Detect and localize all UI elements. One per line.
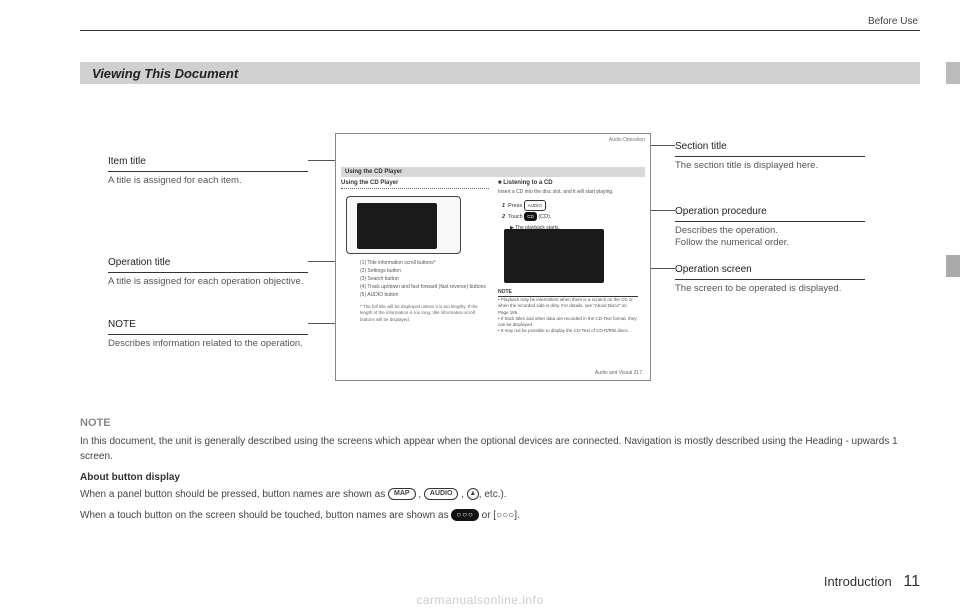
- footer-chapter: Introduction: [824, 574, 892, 589]
- map-button-icon: MAP: [388, 488, 416, 500]
- sample-device-screen: [357, 203, 437, 249]
- bottom-note-heading: NOTE: [80, 415, 920, 432]
- callout-body: Describes the operation. Follow the nume…: [675, 225, 865, 251]
- sample-note-heading: NOTE: [498, 289, 638, 297]
- callout-heading: Operation procedure: [675, 205, 865, 222]
- callout-operation-title: Operation title A title is assigned for …: [108, 256, 308, 288]
- legend-item: (1) Title information scroll buttons*: [360, 259, 486, 267]
- sample-note-bullet: • Playback may be intermittent when ther…: [498, 297, 638, 316]
- cd-pill: CD: [524, 212, 537, 221]
- callout-body: Describes information related to the ope…: [108, 338, 308, 351]
- header-chapter: Before Use: [868, 16, 918, 27]
- callout-heading: Section title: [675, 140, 865, 157]
- sample-device: [346, 196, 461, 254]
- legend-item: (4) Track up/down and fast forward (fast…: [360, 283, 486, 291]
- callout-heading: Item title: [108, 155, 308, 172]
- sample-step-1: 1Press AUDIO.: [502, 200, 560, 212]
- sample-dotted-rule: [341, 188, 489, 189]
- footer-page-number: 11: [903, 573, 920, 590]
- touch-button-icon: ○○○: [451, 509, 479, 521]
- connector-line: [651, 268, 675, 269]
- sample-operation-title: Using the CD Player: [341, 180, 398, 186]
- bottom-note-p1: In this document, the unit is generally …: [80, 434, 920, 464]
- connector-line: [308, 261, 335, 262]
- connector-line: [308, 323, 335, 324]
- callout-heading: Operation screen: [675, 263, 865, 280]
- bottom-note-p2: When a panel button should be pressed, b…: [80, 487, 920, 502]
- sample-step-2: 2Touch CD (CD).: [502, 212, 560, 223]
- title-bar-text: Viewing This Document: [92, 66, 238, 81]
- sample-note-bullet: • It may not be possible to display the …: [498, 328, 638, 334]
- callout-body: The screen to be operated is displayed.: [675, 283, 865, 296]
- sample-footnote: * The full title will be displayed unles…: [360, 304, 490, 323]
- audio-button-icon: AUDIO: [424, 488, 459, 500]
- sample-result-screen: [504, 229, 604, 283]
- sample-header: Audio Operation: [609, 137, 645, 143]
- sample-footer: Audio and Visual 217: [595, 370, 642, 376]
- legend-item: (2) Settings button: [360, 267, 486, 275]
- watermark: carmanualsonline.info: [0, 593, 960, 607]
- sample-right-sub: Insert a CD into the disc slot, and it w…: [498, 189, 614, 195]
- callout-section-title: Section title The section title is displ…: [675, 140, 865, 172]
- sample-section-bar: Using the CD Player: [341, 167, 645, 177]
- connector-line: [651, 145, 675, 146]
- callout-note: NOTE Describes information related to th…: [108, 318, 308, 350]
- callout-operation-screen: Operation screen The screen to be operat…: [675, 263, 865, 295]
- callout-heading: Operation title: [108, 256, 308, 273]
- title-bar: Viewing This Document: [80, 62, 920, 84]
- connector-line: [651, 210, 675, 211]
- side-tab-mid: [946, 255, 960, 277]
- side-tab-top: [946, 62, 960, 84]
- callout-body: The section title is displayed here.: [675, 160, 865, 173]
- legend-item: (3) Search button: [360, 275, 486, 283]
- eject-button-icon: ▲: [467, 488, 479, 500]
- sample-note-bullet: • If track titles and other data are rec…: [498, 316, 638, 329]
- callout-item-title: Item title A title is assigned for each …: [108, 155, 308, 187]
- sample-right-heading: ■ Listening to a CD: [498, 180, 553, 186]
- callout-body: A title is assigned for each item.: [108, 175, 308, 188]
- header-rule: [80, 30, 920, 31]
- sample-page: Audio Operation Using the CD Player Usin…: [335, 133, 651, 381]
- callout-operation-procedure: Operation procedure Describes the operat…: [675, 205, 865, 250]
- sample-legend: (1) Title information scroll buttons* (2…: [360, 259, 486, 299]
- audio-pill: AUDIO: [524, 200, 546, 211]
- callout-body: A title is assigned for each operation o…: [108, 276, 308, 289]
- connector-line: [308, 160, 335, 161]
- sample-note-body: • Playback may be intermittent when ther…: [498, 297, 638, 335]
- bottom-note-p3: When a touch button on the screen should…: [80, 508, 920, 523]
- page-footer: Introduction 11: [824, 573, 920, 591]
- bottom-note-sub: About button display: [80, 470, 920, 485]
- legend-item: (5) AUDIO button: [360, 291, 486, 299]
- callout-heading: NOTE: [108, 318, 308, 335]
- bottom-note: NOTE In this document, the unit is gener…: [80, 415, 920, 523]
